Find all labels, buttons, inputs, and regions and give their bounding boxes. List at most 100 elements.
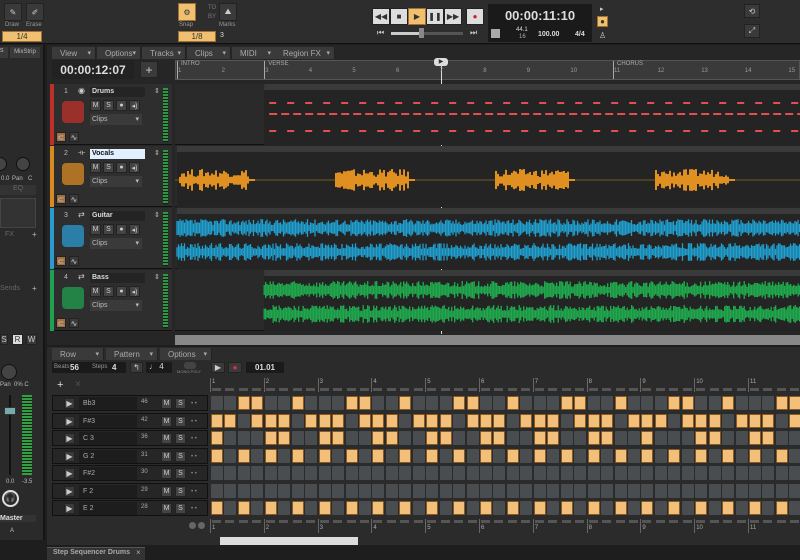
step-cell[interactable] (426, 501, 439, 515)
step-cell[interactable] (560, 396, 573, 410)
track-lane-vocals[interactable] (175, 146, 800, 207)
step-cell[interactable] (237, 466, 250, 480)
draw-tool-button[interactable]: ✎ (4, 3, 22, 21)
step-cell[interactable] (399, 413, 412, 428)
step-cell[interactable] (789, 431, 800, 445)
step-cell[interactable] (372, 448, 385, 463)
step-cell[interactable] (211, 448, 223, 463)
solo-button[interactable]: S (103, 224, 114, 235)
step-cell[interactable] (681, 501, 694, 515)
step-cell[interactable] (547, 413, 560, 428)
row-mute-button[interactable]: M (161, 415, 172, 427)
step-cell[interactable] (735, 413, 748, 428)
step-cell[interactable] (735, 501, 748, 515)
step-cell[interactable] (708, 483, 721, 498)
step-cell[interactable] (358, 448, 371, 463)
step-velocity-marker-bottom[interactable] (628, 520, 638, 523)
track-view-time[interactable]: 00:00:12:07 (52, 60, 134, 79)
step-cell[interactable] (601, 448, 614, 463)
row-preview-button[interactable]: ▶ (64, 433, 75, 444)
step-cell[interactable] (506, 413, 519, 428)
record-arm-button[interactable]: ● (116, 162, 127, 173)
step-cell[interactable] (251, 413, 264, 428)
step-cell[interactable] (520, 448, 533, 463)
step-cell[interactable] (654, 413, 667, 428)
add-row-button[interactable]: + (57, 379, 63, 391)
read-automation-button[interactable]: R (12, 334, 23, 345)
track-name-field[interactable]: Vocals (90, 149, 145, 159)
step-cell[interactable] (224, 501, 237, 515)
step-cell[interactable] (493, 431, 506, 445)
row-solo-button[interactable]: S (175, 503, 186, 514)
marker-verse[interactable] (264, 61, 266, 79)
step-cell[interactable] (439, 501, 452, 515)
track-name-field[interactable]: Drums (90, 87, 145, 97)
row-note-name[interactable]: F#3 (79, 414, 137, 428)
step-velocity-marker[interactable] (615, 388, 625, 391)
step-row-f2[interactable]: ▶ F 2 29 M S • • (52, 482, 208, 499)
step-velocity-marker-bottom[interactable] (709, 520, 719, 523)
step-velocity-marker[interactable] (346, 388, 356, 391)
step-cell[interactable] (749, 448, 761, 463)
step-row-f#3[interactable]: ▶ F#3 42 M S • • (52, 412, 208, 429)
track-horizontal-scrollbar[interactable] (175, 335, 800, 345)
step-cell[interactable] (264, 431, 277, 445)
row-note-name[interactable]: G 2 (79, 449, 137, 463)
step-cell[interactable] (412, 483, 425, 498)
mute-button[interactable]: M (90, 162, 101, 173)
step-cell[interactable] (264, 448, 277, 463)
track-name-field[interactable]: Guitar (90, 211, 145, 221)
step-cell[interactable] (372, 501, 385, 515)
step-cell[interactable] (251, 483, 264, 498)
step-cell[interactable] (506, 431, 519, 445)
step-velocity-marker[interactable] (696, 388, 706, 391)
step-cell[interactable] (345, 413, 358, 428)
step-cell[interactable] (480, 483, 492, 498)
step-cell[interactable] (654, 448, 667, 463)
row-mute-button[interactable]: M (161, 398, 172, 409)
step-cell[interactable] (318, 396, 331, 410)
step-cell[interactable] (775, 466, 788, 480)
step-cell[interactable] (708, 431, 721, 445)
step-velocity-marker-bottom[interactable] (575, 520, 585, 523)
step-cell[interactable] (547, 501, 560, 515)
step-cell[interactable] (466, 413, 479, 428)
step-cell[interactable] (762, 501, 775, 515)
step-cell[interactable] (278, 448, 291, 463)
step-velocity-marker-bottom[interactable] (642, 520, 652, 523)
step-cell[interactable] (251, 466, 264, 480)
step-velocity-marker[interactable] (602, 388, 612, 391)
step-velocity-marker-bottom[interactable] (790, 520, 800, 523)
row-option-dot[interactable]: • • (191, 471, 197, 477)
sends-header[interactable]: Sends (0, 285, 20, 292)
step-cell[interactable] (547, 448, 560, 463)
step-cell[interactable] (251, 431, 264, 445)
step-cell[interactable] (453, 501, 466, 515)
step-cell[interactable] (789, 413, 800, 428)
step-velocity-marker[interactable] (575, 388, 585, 391)
step-cell[interactable] (506, 396, 519, 410)
master-fader[interactable] (4, 395, 16, 475)
mute-button[interactable]: M (90, 100, 101, 111)
step-cell[interactable] (305, 413, 318, 428)
step-cell[interactable] (332, 501, 345, 515)
solo-button[interactable]: S (103, 286, 114, 297)
step-cell[interactable] (614, 431, 627, 445)
step-cell[interactable] (533, 501, 546, 515)
step-velocity-marker[interactable] (265, 388, 275, 391)
write-automation-button[interactable]: W (26, 334, 37, 345)
step-cell[interactable] (789, 448, 800, 463)
step-cell[interactable] (453, 483, 466, 498)
step-cell[interactable] (789, 396, 800, 410)
step-cell[interactable] (412, 501, 425, 515)
step-cell[interactable] (735, 466, 748, 480)
step-velocity-marker-bottom[interactable] (494, 520, 504, 523)
step-cell[interactable] (749, 501, 761, 515)
step-cell[interactable] (614, 466, 627, 480)
step-play-button[interactable]: ▶ (211, 362, 225, 373)
fit-button[interactable]: ⤢ (744, 24, 760, 38)
step-cell[interactable] (775, 413, 788, 428)
step-cell[interactable] (654, 466, 667, 480)
step-cell[interactable] (601, 413, 614, 428)
step-velocity-marker[interactable] (776, 388, 786, 391)
